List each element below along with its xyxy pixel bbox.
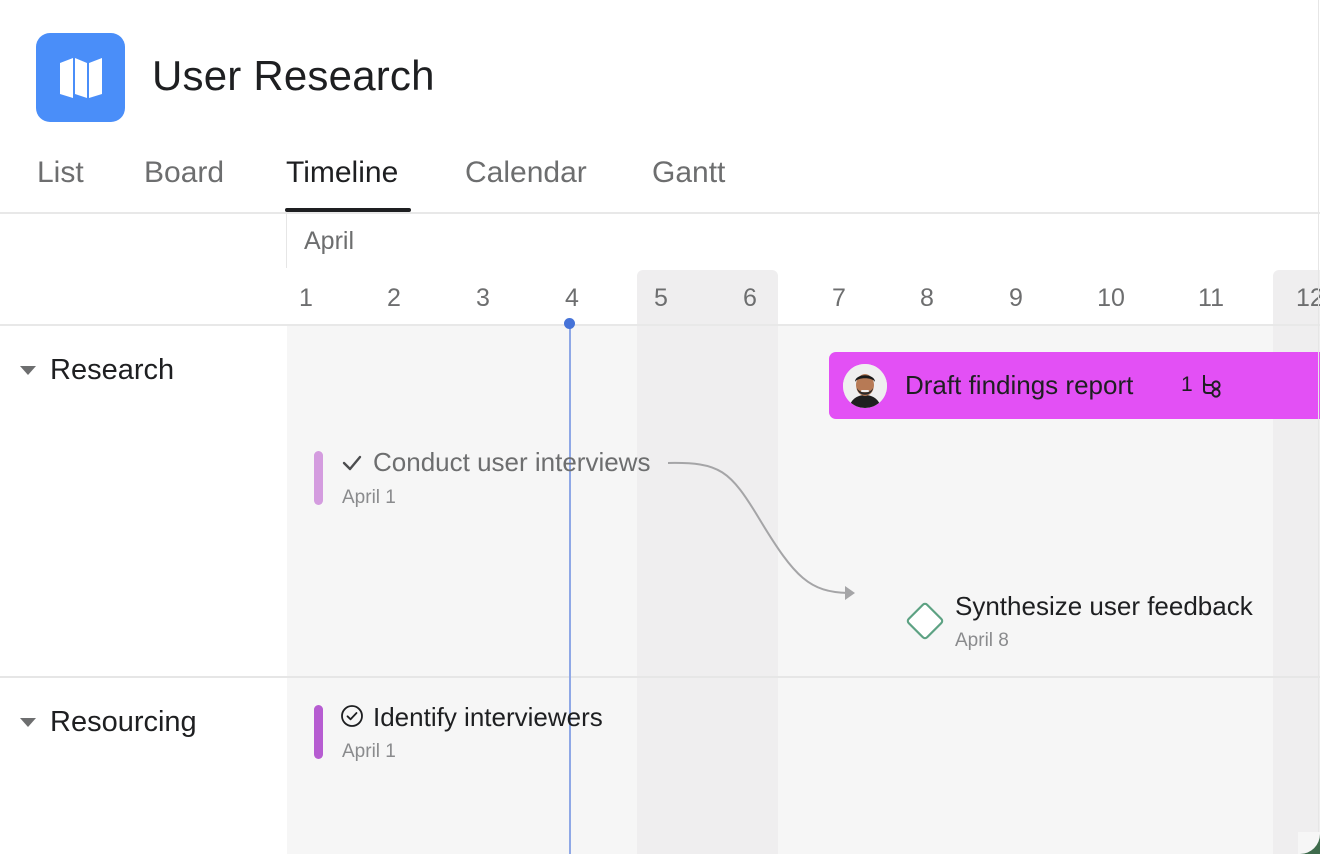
- panel-edge: [1318, 0, 1319, 854]
- today-marker: [564, 318, 575, 329]
- today-line: [569, 324, 571, 854]
- task-title[interactable]: Identify interviewers: [373, 702, 603, 733]
- assignee-avatar[interactable]: [843, 364, 887, 408]
- dependency-arrow: [667, 461, 855, 600]
- subtask-count: 1: [1181, 373, 1193, 396]
- task-date: April 1: [342, 487, 396, 508]
- task-date: April 8: [955, 630, 1009, 651]
- task-title: Draft findings report: [905, 370, 1134, 400]
- subtask-icon: [1203, 375, 1221, 398]
- timeline-view: User Research List Board Timeline Calend…: [0, 0, 1320, 854]
- milestone-diamond-icon[interactable]: [904, 600, 946, 642]
- task-title[interactable]: Conduct user interviews: [373, 447, 650, 478]
- task-title[interactable]: Synthesize user feedback: [955, 591, 1253, 622]
- task-accent-bar: [314, 705, 323, 759]
- check-circle-icon[interactable]: [340, 704, 364, 728]
- task-accent-bar: [314, 451, 323, 505]
- check-icon[interactable]: [341, 452, 363, 474]
- task-date: April 1: [342, 741, 396, 762]
